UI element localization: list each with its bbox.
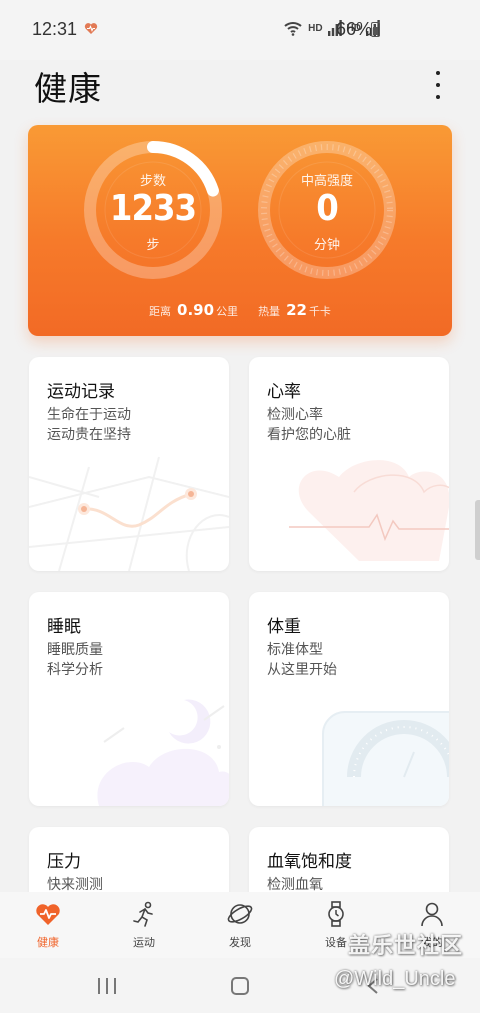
intensity-ring: 中高强度 0 分钟 <box>255 138 399 282</box>
planet-icon <box>227 904 253 924</box>
watermark-user: @Wild_Uncle <box>334 968 456 990</box>
weight-card[interactable]: 体重 标准体型 从这里开始 <box>249 592 449 806</box>
heart-pulse-icon <box>36 904 60 925</box>
exercise-subtitle: 生命在于运动 运动贵在坚持 <box>47 405 131 445</box>
nav-discover-label: 发现 <box>229 936 251 949</box>
more-dot-icon <box>436 83 440 87</box>
distance-unit: 公里 <box>216 305 239 318</box>
wifi-icon <box>284 22 302 36</box>
nav-health-label: 健康 <box>37 936 59 949</box>
edge-panel-handle[interactable] <box>475 500 480 560</box>
weight-title: 体重 <box>267 617 301 637</box>
health-notification-icon <box>84 23 98 34</box>
nav-discover[interactable]: 发现 <box>192 892 288 958</box>
battery-icon <box>371 22 380 37</box>
recent-bar-icon <box>106 978 108 994</box>
calories-stat: 热量 22 千卡 <box>258 301 331 319</box>
calories-value: 22 <box>286 301 307 319</box>
summary-footer: 距离 0.90 公里 热量 22 千卡 <box>28 301 452 319</box>
nav-health[interactable]: 健康 <box>0 892 96 958</box>
spo2-title: 血氧饱和度 <box>267 852 352 872</box>
heart-title: 心率 <box>267 382 301 402</box>
more-options-button[interactable] <box>426 68 450 102</box>
steps-ring: 步数 1233 步 <box>81 138 225 282</box>
steps-value: 1233 <box>109 188 197 229</box>
person-icon <box>421 902 443 927</box>
nav-exercise-label: 运动 <box>133 936 155 949</box>
home-button[interactable] <box>231 977 249 995</box>
status-bar: 12:31 HD HD 66% <box>0 0 480 60</box>
distance-stat: 距离 0.90 公里 <box>149 301 238 319</box>
sleep-line-1: 睡眠质量 <box>47 642 103 658</box>
activity-summary-card[interactable]: 步数 1233 步 中高强度 0 分钟 距离 0.90 公里 热量 22 千卡 <box>28 125 452 336</box>
intensity-label: 中高强度 <box>300 174 353 189</box>
intensity-value: 0 <box>316 188 339 229</box>
stress-title: 压力 <box>47 852 81 872</box>
weight-subtitle: 标准体型 从这里开始 <box>267 640 337 680</box>
heart-rate-card[interactable]: 心率 检测心率 看护您的心脏 <box>249 357 449 571</box>
calories-unit: 千卡 <box>308 305 331 318</box>
weight-line-1: 标准体型 <box>267 642 323 658</box>
status-time: 12:31 <box>32 19 78 39</box>
battery-percent: 66% <box>336 19 373 39</box>
heart-subtitle: 检测心率 看护您的心脏 <box>267 405 351 445</box>
hd-label-1: HD <box>308 22 323 34</box>
sleep-title: 睡眠 <box>47 617 81 637</box>
exercise-record-card[interactable]: 运动记录 生命在于运动 运动贵在坚持 <box>29 357 229 571</box>
sleep-subtitle: 睡眠质量 科学分析 <box>47 640 103 680</box>
watermark-community: 盖乐世社区 <box>348 934 464 959</box>
exercise-line-2: 运动贵在坚持 <box>47 427 131 443</box>
more-dot-icon <box>436 71 440 75</box>
nav-exercise[interactable]: 运动 <box>96 892 192 958</box>
sleep-line-2: 科学分析 <box>47 662 103 678</box>
distance-label: 距离 <box>149 305 172 318</box>
calories-label: 热量 <box>258 305 281 318</box>
weight-line-2: 从这里开始 <box>267 662 337 678</box>
sleep-card[interactable]: 睡眠 睡眠质量 科学分析 <box>29 592 229 806</box>
watch-icon <box>328 901 344 927</box>
running-icon <box>133 901 153 927</box>
heart-line-2: 看护您的心脏 <box>267 427 351 443</box>
exercise-title: 运动记录 <box>47 382 115 402</box>
more-dot-icon <box>436 95 440 99</box>
steps-unit: 步 <box>146 238 160 253</box>
distance-value: 0.90 <box>177 301 215 319</box>
exercise-line-1: 生命在于运动 <box>47 407 131 423</box>
recent-apps-button[interactable] <box>98 978 116 994</box>
intensity-unit: 分钟 <box>313 238 340 253</box>
recent-bar-icon <box>114 978 116 994</box>
recent-bar-icon <box>98 978 100 994</box>
steps-label: 步数 <box>139 174 166 189</box>
page-title: 健康 <box>34 69 102 108</box>
heart-line-1: 检测心率 <box>267 407 323 423</box>
